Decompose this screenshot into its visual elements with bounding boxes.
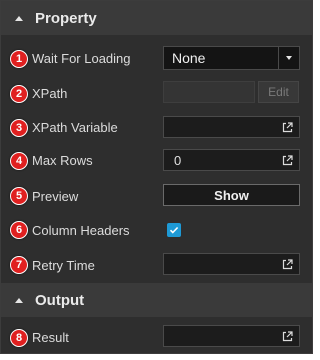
step-badge-2: 2 xyxy=(10,85,28,103)
collapse-caret-icon[interactable] xyxy=(15,15,23,21)
xpath-input xyxy=(163,81,255,103)
column-headers-row: 6 Column Headers xyxy=(1,217,312,243)
step-badge-7: 7 xyxy=(10,256,28,274)
property-section-title: Property xyxy=(35,9,97,27)
external-link-icon[interactable] xyxy=(278,118,296,136)
output-section-header[interactable]: Output xyxy=(1,283,312,317)
wait-for-loading-value: None xyxy=(172,50,206,66)
properties-panel: Property 1 Wait For Loading None 2 XPath… xyxy=(0,0,313,354)
xpath-variable-label: XPath Variable xyxy=(32,120,118,135)
wait-for-loading-label: Wait For Loading xyxy=(32,51,131,66)
result-input[interactable] xyxy=(163,325,300,347)
preview-row: 5 Preview Show xyxy=(1,183,312,209)
checkmark-icon xyxy=(169,226,179,234)
column-headers-checkbox[interactable] xyxy=(167,223,181,237)
xpath-row: 2 XPath Edit xyxy=(1,81,312,107)
step-badge-8: 8 xyxy=(10,329,28,347)
max-rows-value: 0 xyxy=(174,152,182,168)
step-badge-1: 1 xyxy=(10,50,28,68)
retry-time-label: Retry Time xyxy=(32,258,95,273)
output-section-title: Output xyxy=(35,291,85,309)
max-rows-row: 4 Max Rows 0 xyxy=(1,148,312,174)
result-row: 8 Result xyxy=(1,324,312,350)
dropdown-button[interactable] xyxy=(278,47,299,69)
external-link-icon[interactable] xyxy=(278,255,296,273)
step-badge-4: 4 xyxy=(10,152,28,170)
preview-label: Preview xyxy=(32,189,79,204)
retry-time-input[interactable] xyxy=(163,253,300,275)
retry-time-row: 7 Retry Time xyxy=(1,252,312,278)
xpath-variable-input[interactable] xyxy=(163,116,300,138)
wait-for-loading-row: 1 Wait For Loading None xyxy=(1,46,312,72)
collapse-caret-icon[interactable] xyxy=(15,297,23,303)
xpath-label: XPath xyxy=(32,86,68,101)
xpath-edit-button: Edit xyxy=(258,81,299,103)
property-section-header[interactable]: Property xyxy=(1,1,312,35)
chevron-down-icon xyxy=(286,56,292,60)
external-link-icon[interactable] xyxy=(278,327,296,345)
step-badge-6: 6 xyxy=(10,221,28,239)
xpath-variable-row: 3 XPath Variable xyxy=(1,115,312,141)
max-rows-input[interactable]: 0 xyxy=(163,149,300,171)
show-preview-button[interactable]: Show xyxy=(163,184,300,206)
column-headers-label: Column Headers xyxy=(32,223,130,238)
wait-for-loading-select[interactable]: None xyxy=(163,46,300,70)
external-link-icon[interactable] xyxy=(278,151,296,169)
result-label: Result xyxy=(32,330,69,345)
max-rows-label: Max Rows xyxy=(32,153,93,168)
step-badge-5: 5 xyxy=(10,187,28,205)
step-badge-3: 3 xyxy=(10,119,28,137)
